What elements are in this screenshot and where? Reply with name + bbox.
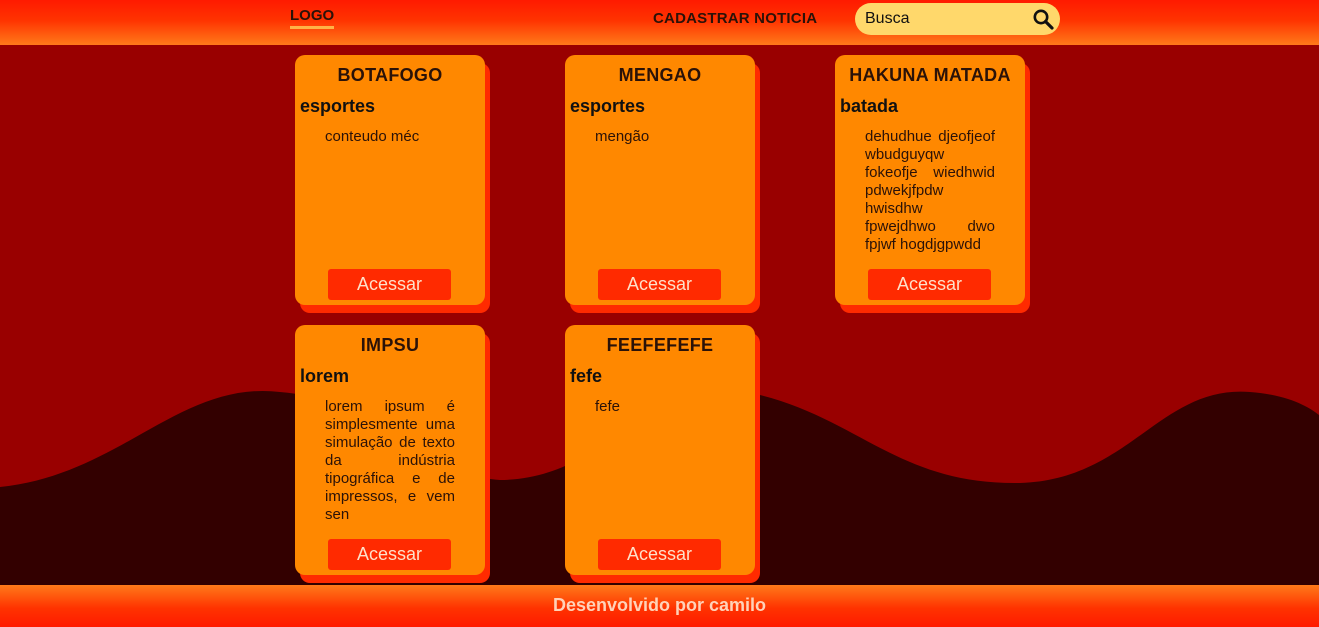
card-category: fefe: [570, 366, 603, 386]
news-card-grid: BOTAFOGO esportes conteudo méc Acessar M…: [0, 0, 1319, 627]
card-category: lorem: [300, 366, 350, 386]
card-title: IMPSU: [360, 335, 420, 355]
search-icon[interactable]: [1032, 8, 1054, 30]
card-content: fefe: [595, 398, 621, 415]
news-card: IMPSU lorem lorem ipsum é simplesmente u…: [295, 325, 490, 583]
card-category: esportes: [570, 96, 646, 116]
card-title: MENGAO: [618, 65, 702, 85]
card-content: dehudhue djeofjeof wbudguyqw fokeofje wi…: [865, 128, 995, 253]
card-title: BOTAFOGO: [337, 65, 443, 85]
page-footer: Desenvolvido por camilo: [0, 585, 1319, 627]
card-panel: BOTAFOGO esportes conteudo méc Acessar: [295, 55, 485, 305]
search-input[interactable]: [855, 3, 1030, 35]
news-card: MENGAO esportes mengão Acessar: [565, 55, 760, 313]
card-title: HAKUNA MATADA: [849, 65, 1011, 85]
acessar-button[interactable]: Acessar: [868, 269, 991, 300]
card-panel: MENGAO esportes mengão Acessar: [565, 55, 755, 305]
card-panel: IMPSU lorem lorem ipsum é simplesmente u…: [295, 325, 485, 575]
card-category: esportes: [300, 96, 376, 116]
cadastrar-noticia-link[interactable]: CADASTRAR NOTICIA: [653, 10, 817, 27]
card-panel: FEEFEFEFE fefe fefe Acessar: [565, 325, 755, 575]
news-card: FEEFEFEFE fefe fefe Acessar: [565, 325, 760, 583]
acessar-button[interactable]: Acessar: [598, 269, 721, 300]
card-panel: HAKUNA MATADA batada dehudhue djeofjeof …: [835, 55, 1025, 305]
card-content: mengão: [595, 128, 650, 145]
card-title: FEEFEFEFE: [606, 335, 714, 355]
news-card: BOTAFOGO esportes conteudo méc Acessar: [295, 55, 490, 313]
acessar-button[interactable]: Acessar: [328, 539, 451, 570]
acessar-button[interactable]: Acessar: [598, 539, 721, 570]
logo-link[interactable]: LOGO: [290, 8, 335, 29]
footer-credit: Desenvolvido por camilo: [552, 595, 767, 615]
acessar-button[interactable]: Acessar: [328, 269, 451, 300]
card-category: batada: [840, 96, 899, 116]
news-card: HAKUNA MATADA batada dehudhue djeofjeof …: [835, 55, 1030, 313]
search-bar: [855, 3, 1060, 35]
card-content: conteudo méc: [325, 128, 420, 145]
card-content: lorem ipsum é simplesmente uma simulação…: [325, 398, 455, 523]
top-navbar: LOGO CADASTRAR NOTICIA: [0, 0, 1319, 45]
